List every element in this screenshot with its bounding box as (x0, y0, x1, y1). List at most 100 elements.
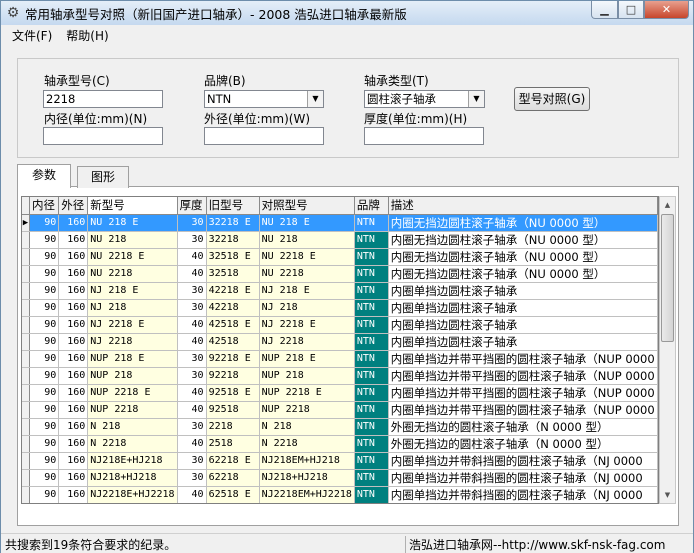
table-row[interactable]: 90 160 NUP 2218 E 40 92518 E NUP 2218 E NTN 内圈单… (22, 384, 658, 402)
cell-equiv-model[interactable]: NU 2218 E (259, 248, 355, 266)
cell-old-model[interactable]: 2218 (206, 418, 260, 436)
row-indicator[interactable] (22, 265, 31, 283)
cell-width[interactable]: 40 (177, 486, 207, 503)
cell-inner[interactable]: 90 (29, 265, 60, 283)
cell-old-model[interactable]: 42218 E (206, 282, 260, 300)
cell-brand[interactable]: NTN (354, 265, 389, 283)
cell-description[interactable]: 内圈单挡边并带平挡圈的圆柱滚子轴承（NUP 0000 (388, 401, 658, 419)
cell-outer[interactable]: 160 (58, 435, 89, 453)
cell-old-model[interactable]: 32218 (206, 231, 260, 249)
table-row[interactable]: 90 160 NJ 2218 E 40 42518 E NJ 2218 E NTN 内圈单挡边… (22, 316, 658, 334)
cell-inner[interactable]: 90 (29, 435, 60, 453)
cell-brand[interactable]: NTN (354, 248, 389, 266)
current-row-icon[interactable]: ▶ (22, 214, 31, 232)
cell-inner[interactable]: 90 (29, 316, 60, 334)
cell-new-model[interactable]: NUP 218 (87, 367, 178, 385)
cell-inner[interactable]: 90 (29, 452, 60, 470)
cell-width[interactable]: 30 (177, 231, 207, 249)
cell-description[interactable]: 内圈单挡边圆柱滚子轴承 (388, 282, 658, 300)
cell-width[interactable]: 40 (177, 435, 207, 453)
cell-old-model[interactable]: 62518 E (206, 486, 260, 503)
menu-file[interactable]: 文件(F) (5, 26, 59, 46)
cell-description[interactable]: 内圈单挡边并带平挡圈的圆柱滚子轴承（NUP 0000 (388, 384, 658, 402)
cell-new-model[interactable]: N 2218 (87, 435, 178, 453)
cell-outer[interactable]: 160 (58, 469, 89, 487)
table-row[interactable]: 90 160 NJ 2218 40 42518 NJ 2218 NTN 内圈单挡边圆柱滚子轴承 (22, 333, 658, 351)
cell-equiv-model[interactable]: N 2218 (259, 435, 355, 453)
row-indicator[interactable] (22, 384, 31, 402)
cell-brand[interactable]: NTN (354, 435, 389, 453)
cell-outer[interactable]: 160 (58, 486, 89, 503)
cell-outer[interactable]: 160 (58, 350, 89, 368)
cell-brand[interactable]: NTN (354, 486, 389, 503)
cell-width[interactable]: 30 (177, 367, 207, 385)
row-indicator[interactable] (22, 350, 31, 368)
col-header-description[interactable]: 描述 (388, 197, 658, 215)
table-row[interactable]: 90 160 NJ 218 E 30 42218 E NJ 218 E NTN 内圈单挡边圆柱… (22, 282, 658, 300)
outer-diameter-input[interactable] (204, 127, 324, 145)
cell-outer[interactable]: 160 (58, 367, 89, 385)
cell-old-model[interactable]: 32518 E (206, 248, 260, 266)
cell-width[interactable]: 30 (177, 299, 207, 317)
table-row[interactable]: 90 160 NJ 218 30 42218 NJ 218 NTN 内圈单挡边圆柱滚子轴承 (22, 299, 658, 317)
table-row[interactable]: 90 160 NU 2218 E 40 32518 E NU 2218 E NTN 内圈无挡边… (22, 248, 658, 266)
row-indicator[interactable] (22, 282, 31, 300)
table-row[interactable]: 90 160 NJ218+HJ218 30 62218 NJ218+HJ218 NTN 内圈单… (22, 469, 658, 487)
col-header-new-model[interactable]: 新型号 (87, 197, 178, 215)
chevron-down-icon[interactable]: ▼ (468, 91, 484, 107)
cell-outer[interactable]: 160 (58, 214, 89, 232)
cell-width[interactable]: 30 (177, 452, 207, 470)
table-row[interactable]: 90 160 N 218 30 2218 N 218 NTN 外圈无挡边的圆柱滚子轴承（N 0… (22, 418, 658, 436)
type-select[interactable]: 圆柱滚子轴承 ▼ (364, 90, 485, 108)
cell-description[interactable]: 内圈单挡边圆柱滚子轴承 (388, 316, 658, 334)
cell-brand[interactable]: NTN (354, 282, 389, 300)
cell-old-model[interactable]: 92218 (206, 367, 260, 385)
cell-equiv-model[interactable]: NUP 2218 E (259, 384, 355, 402)
row-indicator[interactable] (22, 367, 31, 385)
tab-drawing[interactable]: 图形 (77, 166, 129, 188)
cell-brand[interactable]: NTN (354, 367, 389, 385)
row-indicator[interactable] (22, 469, 31, 487)
col-header-width[interactable]: 厚度 (177, 197, 207, 215)
cell-description[interactable]: 内圈无挡边圆柱滚子轴承（NU 0000 型） (388, 214, 658, 232)
col-header-outer[interactable]: 外径 (58, 197, 89, 215)
cell-outer[interactable]: 160 (58, 248, 89, 266)
cell-width[interactable]: 40 (177, 316, 207, 334)
cell-equiv-model[interactable]: NU 218 (259, 231, 355, 249)
cell-new-model[interactable]: NU 2218 E (87, 248, 178, 266)
cell-width[interactable]: 30 (177, 469, 207, 487)
cell-width[interactable]: 40 (177, 384, 207, 402)
cell-equiv-model[interactable]: NJ218+HJ218 (259, 469, 355, 487)
cell-old-model[interactable]: 32218 E (206, 214, 260, 232)
row-indicator[interactable] (22, 248, 31, 266)
cell-outer[interactable]: 160 (58, 299, 89, 317)
cell-new-model[interactable]: N 218 (87, 418, 178, 436)
cell-width[interactable]: 40 (177, 248, 207, 266)
cell-description[interactable]: 内圈无挡边圆柱滚子轴承（NU 0000 型） (388, 231, 658, 249)
cell-equiv-model[interactable]: NJ 2218 (259, 333, 355, 351)
cell-inner[interactable]: 90 (29, 248, 60, 266)
cell-description[interactable]: 内圈单挡边并带平挡圈的圆柱滚子轴承（NUP 0000 (388, 350, 658, 368)
row-indicator[interactable] (22, 333, 31, 351)
chevron-down-icon[interactable]: ▼ (307, 91, 323, 107)
menu-help[interactable]: 帮助(H) (59, 26, 115, 46)
scroll-down-icon[interactable]: ▼ (660, 487, 675, 503)
cell-old-model[interactable]: 32518 (206, 265, 260, 283)
brand-select[interactable]: NTN ▼ (204, 90, 324, 108)
cell-outer[interactable]: 160 (58, 401, 89, 419)
cell-equiv-model[interactable]: NU 2218 (259, 265, 355, 283)
cell-description[interactable]: 外圈无挡边的圆柱滚子轴承（N 0000 型） (388, 418, 658, 436)
cell-new-model[interactable]: NJ218+HJ218 (87, 469, 178, 487)
cell-old-model[interactable]: 2518 (206, 435, 260, 453)
cell-inner[interactable]: 90 (29, 367, 60, 385)
cell-brand[interactable]: NTN (354, 333, 389, 351)
cell-new-model[interactable]: NJ 218 (87, 299, 178, 317)
cell-new-model[interactable]: NU 2218 (87, 265, 178, 283)
cell-old-model[interactable]: 92218 E (206, 350, 260, 368)
cell-brand[interactable]: NTN (354, 350, 389, 368)
cell-equiv-model[interactable]: NJ218EM+HJ218 (259, 452, 355, 470)
compare-button[interactable]: 型号对照(G) (514, 87, 590, 111)
cell-outer[interactable]: 160 (58, 452, 89, 470)
cell-width[interactable]: 30 (177, 282, 207, 300)
table-row[interactable]: 90 160 NUP 218 30 92218 NUP 218 NTN 内圈单挡边并带平挡圈的… (22, 367, 658, 385)
